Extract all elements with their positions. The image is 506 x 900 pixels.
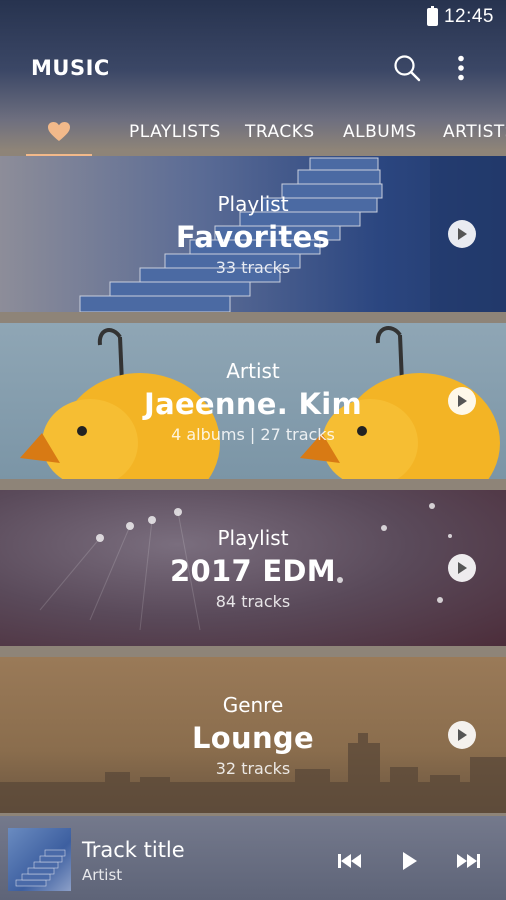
play-icon	[458, 729, 467, 741]
card-name: Jaeenne. Kim	[144, 386, 362, 421]
card-name: 2017 EDM	[170, 553, 336, 588]
card-text: Artist Jaeenne. Kim 4 albums | 27 tracks	[0, 323, 506, 479]
card-kind: Playlist	[217, 525, 289, 550]
favorites-card[interactable]: Playlist Favorites 33 tracks	[0, 156, 506, 312]
card-play-button[interactable]	[448, 721, 476, 749]
app-title: MUSIC	[31, 56, 110, 80]
tab-albums[interactable]: ALBUMS	[343, 108, 417, 156]
skip-next-icon	[457, 854, 480, 868]
status-bar: 12:45	[0, 0, 506, 34]
card-subtitle: 32 tracks	[215, 758, 291, 778]
next-button[interactable]	[453, 846, 483, 876]
tab-playlists[interactable]: PLAYLISTS	[129, 108, 221, 156]
search-button[interactable]	[389, 50, 425, 86]
status-time: 12:45	[443, 6, 494, 27]
music-app: 12:45 MUSIC PLAYLISTS TRACKS ALBUMS ARTI…	[0, 0, 506, 900]
album-art-image	[15, 849, 66, 887]
card-play-button[interactable]	[448, 220, 476, 248]
tab-artists[interactable]: ARTISTS	[443, 108, 506, 156]
heart-icon	[48, 121, 70, 141]
lounge-genre-card[interactable]: Genre Lounge 32 tracks	[0, 657, 506, 813]
play-icon	[458, 395, 467, 407]
battery-icon	[426, 6, 438, 26]
card-subtitle: 33 tracks	[215, 257, 291, 277]
play-icon	[458, 562, 467, 574]
edm-playlist-card[interactable]: Playlist 2017 EDM 84 tracks	[0, 490, 506, 646]
track-title: Track title	[82, 838, 185, 862]
card-name: Favorites	[175, 219, 331, 254]
play-icon	[403, 852, 417, 870]
card-text: Playlist 2017 EDM 84 tracks	[0, 490, 506, 646]
card-kind: Playlist	[217, 191, 289, 216]
skip-previous-icon	[338, 854, 361, 868]
card-play-button[interactable]	[448, 554, 476, 582]
card-kind: Artist	[226, 358, 280, 383]
mini-player[interactable]: Track title Artist	[0, 816, 506, 900]
card-play-button[interactable]	[448, 387, 476, 415]
app-header: MUSIC	[0, 40, 506, 96]
card-kind: Genre	[222, 692, 284, 717]
play-icon	[458, 228, 467, 240]
play-button[interactable]	[395, 846, 425, 876]
artist-card[interactable]: Artist Jaeenne. Kim 4 albums | 27 tracks	[0, 323, 506, 479]
card-name: Lounge	[192, 720, 314, 755]
album-art[interactable]	[8, 828, 71, 891]
card-subtitle: 4 albums | 27 tracks	[171, 424, 335, 444]
tab-favorites[interactable]	[26, 108, 92, 156]
previous-button[interactable]	[335, 846, 365, 876]
tab-tracks[interactable]: TRACKS	[245, 108, 315, 156]
card-subtitle: 84 tracks	[215, 591, 291, 611]
card-text: Playlist Favorites 33 tracks	[0, 156, 506, 312]
tab-bar: PLAYLISTS TRACKS ALBUMS ARTISTS	[0, 108, 506, 156]
track-artist: Artist	[82, 866, 123, 884]
more-options-button[interactable]	[443, 50, 479, 86]
card-text: Genre Lounge 32 tracks	[0, 657, 506, 813]
more-vert-icon	[458, 55, 464, 81]
search-icon	[394, 55, 421, 82]
